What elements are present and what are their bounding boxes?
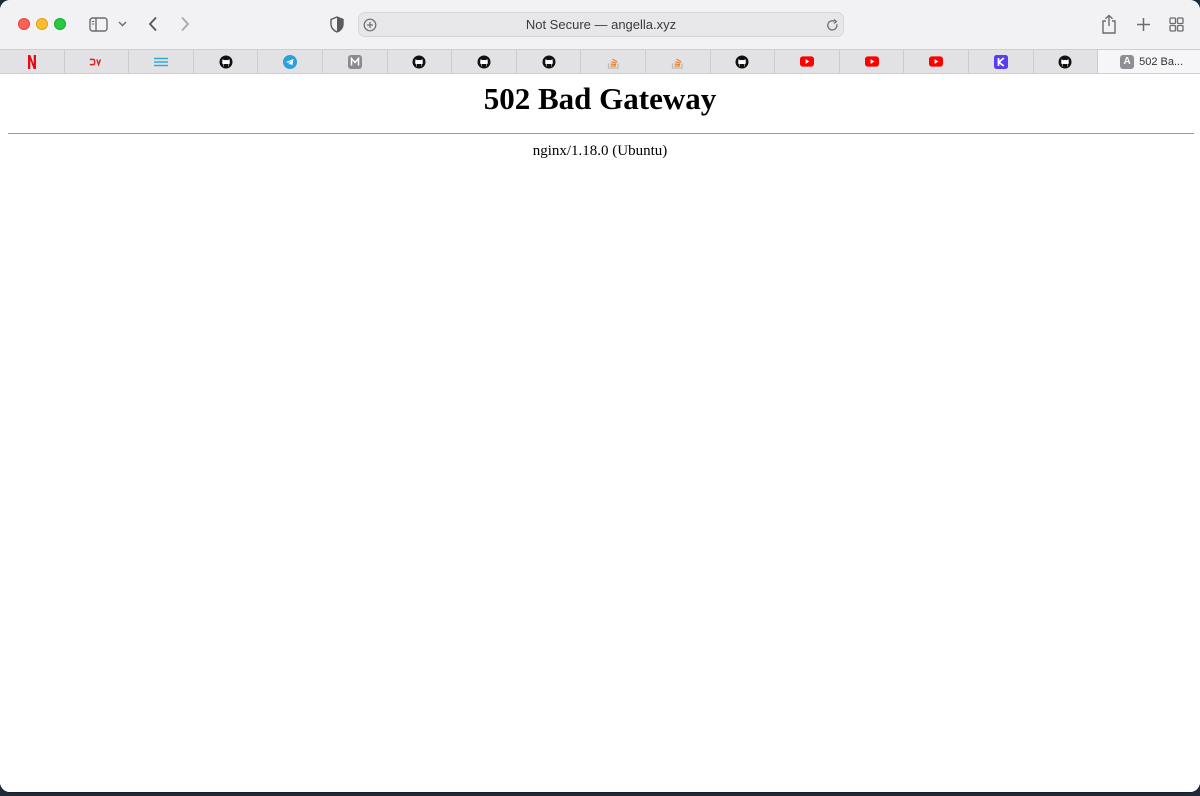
address-text: Not Secure — angella.xyz (525, 17, 677, 32)
m-icon (347, 54, 362, 69)
github-icon (219, 55, 233, 69)
browser-window: Not Secure — angella.xyz A 502 Ba... 502… (0, 0, 1200, 792)
tab-13[interactable] (775, 50, 840, 73)
server-info: nginx/1.18.0 (Ubuntu) (532, 143, 668, 159)
youtube-icon (799, 55, 814, 69)
reload-icon[interactable] (824, 17, 840, 33)
sidebar-toggle-icon[interactable] (88, 15, 108, 33)
tab-favicon-letter: A (1120, 54, 1135, 69)
new-tab-icon[interactable] (1134, 15, 1152, 33)
tab-8[interactable] (452, 50, 517, 73)
github-icon (1058, 55, 1072, 69)
error-heading: 502 Bad Gateway (483, 81, 717, 116)
tab-11[interactable] (646, 50, 711, 73)
k-icon (993, 54, 1008, 69)
browser-toolbar: Not Secure — angella.xyz (0, 0, 1200, 49)
tab-7[interactable] (388, 50, 453, 73)
telegram-icon (283, 54, 298, 69)
tab-4[interactable] (194, 50, 259, 73)
tab-1[interactable] (0, 50, 65, 73)
tab-16[interactable] (969, 50, 1034, 73)
divider (8, 133, 1194, 134)
tab-17[interactable] (1034, 50, 1099, 73)
stackoverflow-icon (671, 55, 685, 69)
page-content: 502 Bad Gateway nginx/1.18.0 (Ubuntu) (0, 74, 1200, 792)
forward-icon[interactable] (176, 14, 194, 34)
tab-6[interactable] (323, 50, 388, 73)
youtube-icon (929, 55, 944, 69)
tab-2[interactable] (65, 50, 130, 73)
github-icon (477, 55, 491, 69)
address-bar[interactable]: Not Secure — angella.xyz (358, 12, 844, 37)
github-icon (542, 55, 556, 69)
menu-lines-icon (153, 55, 168, 69)
tab-5[interactable] (258, 50, 323, 73)
tab-title: 502 Ba... (1139, 55, 1184, 68)
privacy-shield-icon[interactable] (328, 15, 346, 33)
tab-14[interactable] (840, 50, 905, 73)
netflix-icon (25, 54, 39, 69)
tab-15[interactable] (904, 50, 969, 73)
tab-10[interactable] (581, 50, 646, 73)
close-window-button[interactable] (18, 18, 30, 30)
github-icon (412, 55, 426, 69)
tab-12[interactable] (711, 50, 776, 73)
tab-overview-icon[interactable] (1167, 15, 1185, 33)
github-icon (735, 55, 749, 69)
back-icon[interactable] (144, 14, 162, 34)
tab-9[interactable] (517, 50, 582, 73)
maximize-window-button[interactable] (54, 18, 66, 30)
stackoverflow-icon (606, 55, 620, 69)
share-icon[interactable] (1100, 13, 1118, 35)
dev-icon (89, 55, 103, 69)
tab-active[interactable]: A 502 Ba... (1098, 50, 1200, 73)
chevron-down-icon[interactable] (116, 19, 128, 29)
minimize-window-button[interactable] (36, 18, 48, 30)
tab-3[interactable] (129, 50, 194, 73)
tab-bar: A 502 Ba... (0, 49, 1200, 74)
youtube-icon (864, 55, 879, 69)
